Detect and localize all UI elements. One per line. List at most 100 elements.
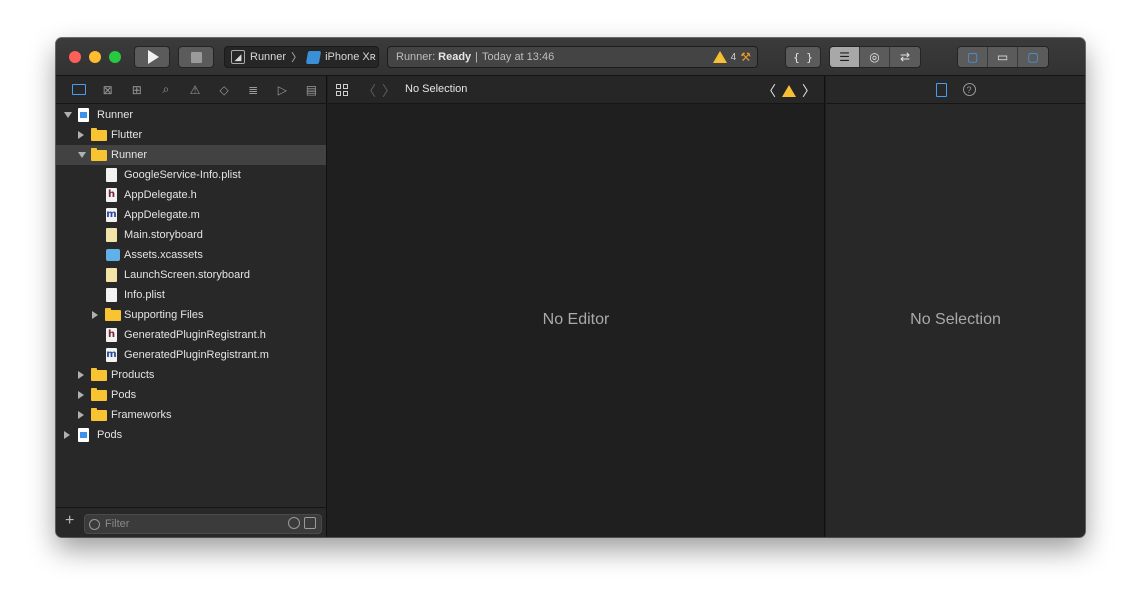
navigator-selector-bar: ⊠ ⊞ ⌕ ⚠ ◇ ≣ ▷ ▤: [56, 76, 326, 104]
activity-separator: |: [475, 51, 479, 63]
back-arrow-icon[interactable]: 〈: [362, 81, 376, 101]
header-file-icon: h: [106, 188, 117, 202]
scheme-name: Runner: [250, 51, 287, 63]
navigator-row[interactable]: Frameworks: [56, 405, 326, 425]
toggle-debug-area-icon[interactable]: ▭: [988, 47, 1018, 67]
navigator-row[interactable]: Pods: [56, 385, 326, 405]
test-navigator-icon[interactable]: ◇: [210, 76, 239, 104]
jump-bar-title[interactable]: No Selection: [405, 83, 467, 95]
navigator-row[interactable]: Pods: [56, 425, 326, 445]
inspector-tabs: ?: [826, 76, 1085, 104]
disclosure-closed-icon[interactable]: [78, 411, 84, 419]
disclosure-open-icon[interactable]: [78, 152, 86, 158]
code-review-button[interactable]: { }: [785, 46, 821, 68]
disclosure-closed-icon[interactable]: [78, 131, 84, 139]
debug-navigator-icon[interactable]: ≣: [239, 76, 268, 104]
previous-issue-icon[interactable]: 〈: [762, 81, 776, 101]
warning-count: 4: [730, 51, 737, 63]
toolbar: ◢ Runner 〉 iPhone Xʀ Runner: Ready | Tod…: [56, 38, 1085, 76]
activity-view: Runner: Ready | Today at 13:46 4 ⚒: [387, 46, 758, 68]
play-icon: [148, 50, 159, 64]
navigator-row[interactable]: Info.plist: [56, 285, 326, 305]
objc-file-icon: m: [106, 208, 117, 222]
recent-files-icon[interactable]: [288, 517, 300, 529]
navigator-row-label: Frameworks: [111, 409, 172, 421]
navigator-row[interactable]: Runner: [56, 105, 326, 125]
source-control-filter-icon[interactable]: [304, 517, 316, 529]
folder-icon: [91, 148, 107, 161]
navigator-row[interactable]: Flutter: [56, 125, 326, 145]
jump-bar: 〈 〉 No Selection 〈 〉: [328, 76, 824, 104]
scheme-selector[interactable]: ◢ Runner 〉 iPhone Xʀ: [224, 46, 379, 68]
folder-icon: [91, 128, 107, 141]
navigator-row-label: Products: [111, 369, 155, 381]
assistant-editor-icon[interactable]: ◎: [860, 47, 890, 67]
disclosure-closed-icon[interactable]: [64, 431, 70, 439]
run-button[interactable]: [134, 46, 170, 68]
toggle-navigator-icon[interactable]: ▢: [958, 47, 988, 67]
storyboard-icon: [106, 228, 117, 242]
navigator-row[interactable]: Products: [56, 365, 326, 385]
navigator-row[interactable]: Main.storyboard: [56, 225, 326, 245]
folder-icon: [91, 388, 107, 401]
filter-field[interactable]: Filter: [84, 514, 322, 534]
inspector-area: ? No Selection: [826, 76, 1085, 537]
navigator-row[interactable]: Runner: [56, 145, 326, 165]
filter-placeholder: Filter: [105, 518, 130, 530]
navigator-row-label: Flutter: [111, 129, 143, 141]
standard-editor-icon[interactable]: ☰: [830, 47, 860, 67]
folder-icon: [91, 408, 107, 421]
source-control-navigator-icon[interactable]: ⊠: [93, 76, 122, 104]
navigator-row-label: GoogleService-Info.plist: [124, 169, 241, 181]
quick-help-icon[interactable]: ?: [962, 83, 976, 96]
no-editor-placeholder: No Editor: [542, 311, 610, 328]
zoom-window-button[interactable]: [109, 51, 121, 63]
no-selection-placeholder: No Selection: [910, 311, 1001, 328]
navigator-row-label: Main.storyboard: [124, 229, 203, 241]
disclosure-closed-icon[interactable]: [92, 311, 98, 319]
next-issue-icon[interactable]: 〉: [802, 81, 816, 101]
objc-file-icon: m: [106, 348, 117, 362]
disclosure-closed-icon[interactable]: [78, 371, 84, 379]
related-items-icon[interactable]: [336, 84, 348, 96]
navigator-row[interactable]: Assets.xcassets: [56, 245, 326, 265]
find-navigator-icon[interactable]: ⌕: [151, 76, 180, 104]
navigator-row-label: GeneratedPluginRegistrant.m: [124, 349, 269, 361]
add-file-icon[interactable]: +: [65, 512, 74, 530]
disclosure-closed-icon[interactable]: [78, 391, 84, 399]
breakpoint-navigator-icon[interactable]: ▷: [268, 76, 297, 104]
minimize-window-button[interactable]: [89, 51, 101, 63]
forward-arrow-icon[interactable]: 〉: [382, 81, 396, 101]
toggle-inspector-icon[interactable]: ▢: [1018, 47, 1048, 67]
navigator-row-label: Pods: [111, 389, 137, 401]
navigator-row[interactable]: LaunchScreen.storyboard: [56, 265, 326, 285]
folder-icon: [105, 308, 121, 321]
navigator-row[interactable]: h AppDelegate.h: [56, 185, 326, 205]
project-navigator: ⊠ ⊞ ⌕ ⚠ ◇ ≣ ▷ ▤ Runner Flutter Runner Googl…: [56, 76, 327, 537]
filter-icon: [89, 518, 100, 530]
plist-icon: [106, 168, 117, 182]
close-window-button[interactable]: [69, 51, 81, 63]
navigator-row[interactable]: h GeneratedPluginRegistrant.h: [56, 325, 326, 345]
project-navigator-icon[interactable]: [64, 76, 93, 104]
file-inspector-icon[interactable]: [935, 82, 947, 97]
navigator-row[interactable]: GoogleService-Info.plist: [56, 165, 326, 185]
project-icon: [78, 108, 89, 122]
stop-button[interactable]: [178, 46, 214, 68]
navigator-row[interactable]: Supporting Files: [56, 305, 326, 325]
editor-area: 〈 〉 No Selection 〈 〉 No Editor: [328, 76, 825, 537]
report-navigator-icon[interactable]: ▤: [297, 76, 326, 104]
issue-navigator-icon[interactable]: ⚠: [180, 76, 209, 104]
navigator-row-label: Supporting Files: [124, 309, 204, 321]
warning-icon[interactable]: [782, 85, 796, 97]
device-icon: [305, 50, 322, 64]
symbol-navigator-icon[interactable]: ⊞: [122, 76, 151, 104]
panel-visibility-control: ▢ ▭ ▢: [957, 46, 1049, 68]
code-braces-icon: { }: [793, 50, 813, 64]
version-editor-icon[interactable]: ⇄: [890, 47, 920, 67]
disclosure-open-icon[interactable]: [64, 112, 72, 118]
activity-issues[interactable]: 4 ⚒: [712, 50, 751, 64]
flutter-scheme-icon: ◢: [231, 50, 245, 64]
navigator-row[interactable]: m GeneratedPluginRegistrant.m: [56, 345, 326, 365]
navigator-row[interactable]: m AppDelegate.m: [56, 205, 326, 225]
